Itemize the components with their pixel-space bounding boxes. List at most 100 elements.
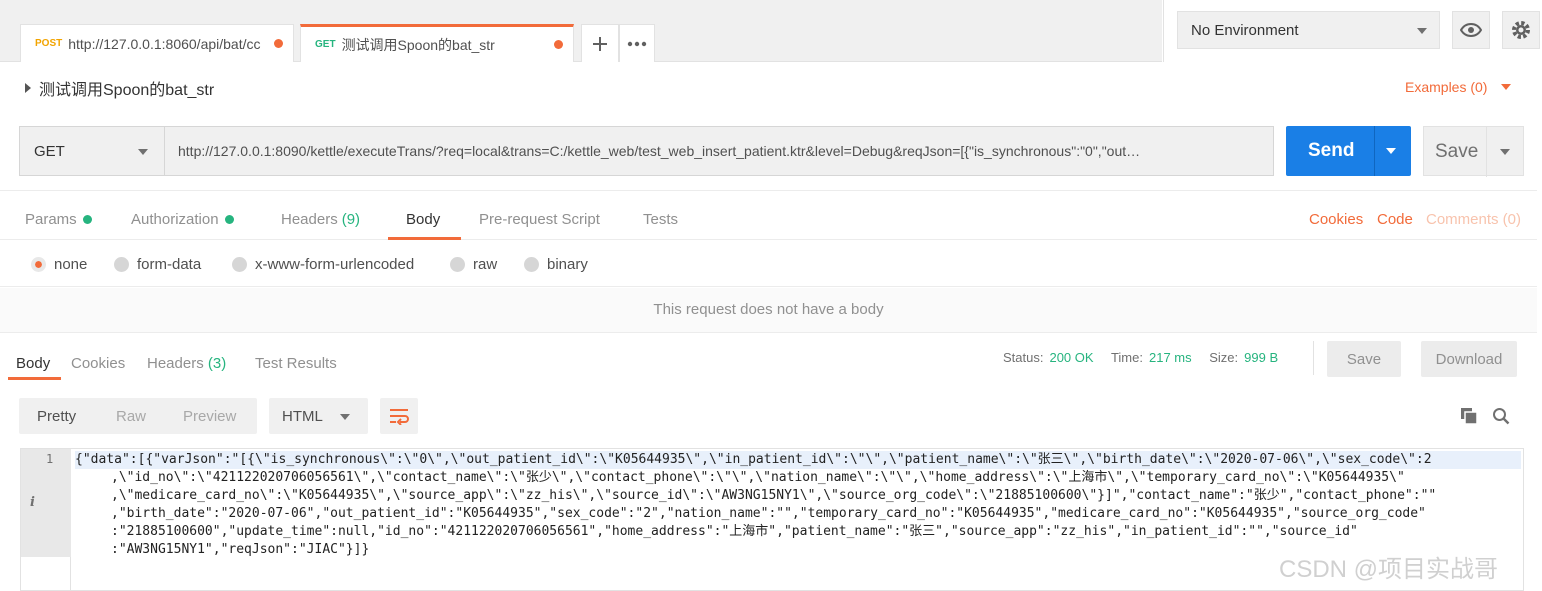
tab-name: 测试调用Spoon的bat_str [341,36,495,53]
search-response-button[interactable] [1490,405,1512,427]
tab-method-label: GET [315,39,336,50]
radio-label: binary [547,256,588,273]
environment-panel: No Environment [1163,0,1542,62]
response-tab-test-results[interactable]: Test Results [255,355,337,372]
response-tab-body[interactable]: Body [16,355,50,372]
time-value[interactable]: 217 ms [1149,350,1192,365]
language-label: HTML [282,408,323,425]
environment-label: No Environment [1191,21,1299,39]
watermark: CSDN @项目实战哥 [1279,556,1499,583]
tab-label: Headers [281,211,338,228]
code-line: :"21885100600","update_time":null,"id_no… [111,524,1358,539]
url-text: http://127.0.0.1:8090/kettle/executeTran… [178,143,1141,159]
request-tab-get-active[interactable]: GET 测试调用Spoon的bat_str [300,24,574,62]
chevron-down-icon[interactable] [1500,149,1510,155]
divider [1313,341,1314,375]
radio-icon [450,257,465,272]
status-label: Status: [1003,350,1044,365]
save-button[interactable]: Save [1423,126,1524,177]
tab-count: (9) [341,211,361,228]
manage-environments-button[interactable] [1502,11,1540,49]
request-name: 测试调用Spoon的bat_str [39,82,215,99]
radio-label: raw [473,256,498,273]
format-raw-button[interactable]: Raw [116,408,146,425]
unsaved-dot-icon [554,40,563,49]
radio-icon [232,257,247,272]
new-tab-button[interactable] [581,24,619,62]
chevron-down-icon [340,414,350,420]
tab-params[interactable]: Params [25,211,92,228]
chevron-down-icon [138,149,148,155]
tab-label: Pre-request Script [479,211,600,228]
tab-authorization[interactable]: Authorization [131,211,234,228]
radio-form-data[interactable]: form-data [114,256,201,273]
chevron-down-icon[interactable] [1386,148,1396,154]
download-response-button[interactable]: Download [1421,341,1517,377]
send-button[interactable]: Send [1286,126,1411,176]
size-label: Size: [1209,350,1239,365]
response-tab-headers[interactable]: Headers (3) [147,355,226,372]
status-dot-icon [82,215,92,224]
status-dot-icon [224,215,234,224]
tab-count: (3) [207,355,227,372]
plus-icon [593,36,607,51]
divider [1374,126,1375,176]
radio-icon [524,257,539,272]
url-input[interactable]: http://127.0.0.1:8090/kettle/executeTran… [165,126,1274,176]
wrap-lines-icon [390,409,409,425]
save-response-button[interactable]: Save [1327,341,1401,377]
radio-binary[interactable]: binary [524,256,588,273]
examples-dropdown[interactable]: Examples (0) [1405,79,1512,95]
save-label: Save [1435,141,1479,162]
active-tab-indicator [8,377,61,380]
request-tab-bar: POST http://127.0.0.1:8060/api/bat/cc GE… [0,0,1162,62]
tab-label: Tests [643,211,679,228]
radio-none[interactable]: none [31,256,87,273]
size-value[interactable]: 999 B [1244,350,1278,365]
search-icon [1493,408,1510,425]
tab-name: http://127.0.0.1:8060/api/bat/cc [68,35,261,52]
editor-gutter: 1 i [21,449,71,557]
tab-method-label: POST [35,38,63,49]
time-label: Time: [1110,350,1143,365]
request-tab-post[interactable]: POST http://127.0.0.1:8060/api/bat/cc [20,24,294,62]
chevron-down-icon [1501,84,1512,90]
tab-tests[interactable]: Tests [643,211,678,228]
response-tab-cookies[interactable]: Cookies [71,355,125,372]
response-format-group: Pretty Raw Preview [19,398,257,434]
tab-body[interactable]: Body [406,211,440,228]
response-status-line: Status: 200 OK Time: 217 ms Size: 999 B [1003,350,1292,365]
more-tabs-button[interactable] [619,24,655,62]
tab-label: Headers [147,355,204,372]
line-number: 1 [46,452,54,466]
environment-select[interactable]: No Environment [1177,11,1440,49]
http-method-select[interactable]: GET [19,126,165,176]
caret-right-icon [25,83,31,93]
tab-label: Authorization [131,211,219,228]
radio-label: form-data [137,256,202,273]
cookies-link[interactable]: Cookies [1309,211,1363,228]
tab-headers[interactable]: Headers (9) [281,211,360,228]
radio-label: x-www-form-urlencoded [255,256,415,273]
comments-link[interactable]: Comments (0) [1426,211,1521,228]
chevron-down-icon [1417,28,1427,34]
wrap-lines-button[interactable] [380,398,418,434]
divider [1486,127,1487,177]
code-line: {"data":[{"varJson":"[{\"is_synchronous\… [75,451,1521,469]
format-preview-button[interactable]: Preview [183,408,236,425]
format-pretty-button[interactable]: Pretty [37,408,76,425]
copy-response-button[interactable] [1458,405,1480,427]
response-language-select[interactable]: HTML [269,398,368,434]
response-code: {"data":[{"varJson":"[{\"is_synchronous\… [75,451,1521,559]
radio-x-www-form-urlencoded[interactable]: x-www-form-urlencoded [232,256,414,273]
send-label: Send [1308,140,1355,161]
method-label: GET [34,142,65,160]
tab-pre-request-script[interactable]: Pre-request Script [479,211,600,228]
request-config-tabs: Params Authorization Headers (9) Body Pr… [0,190,1537,240]
code-link[interactable]: Code [1377,211,1413,228]
status-value[interactable]: 200 OK [1049,350,1093,365]
editor-gutter [21,557,71,590]
request-title[interactable]: 测试调用Spoon的bat_str [25,76,214,100]
radio-raw[interactable]: raw [450,256,497,273]
environment-quick-look-button[interactable] [1452,11,1490,49]
